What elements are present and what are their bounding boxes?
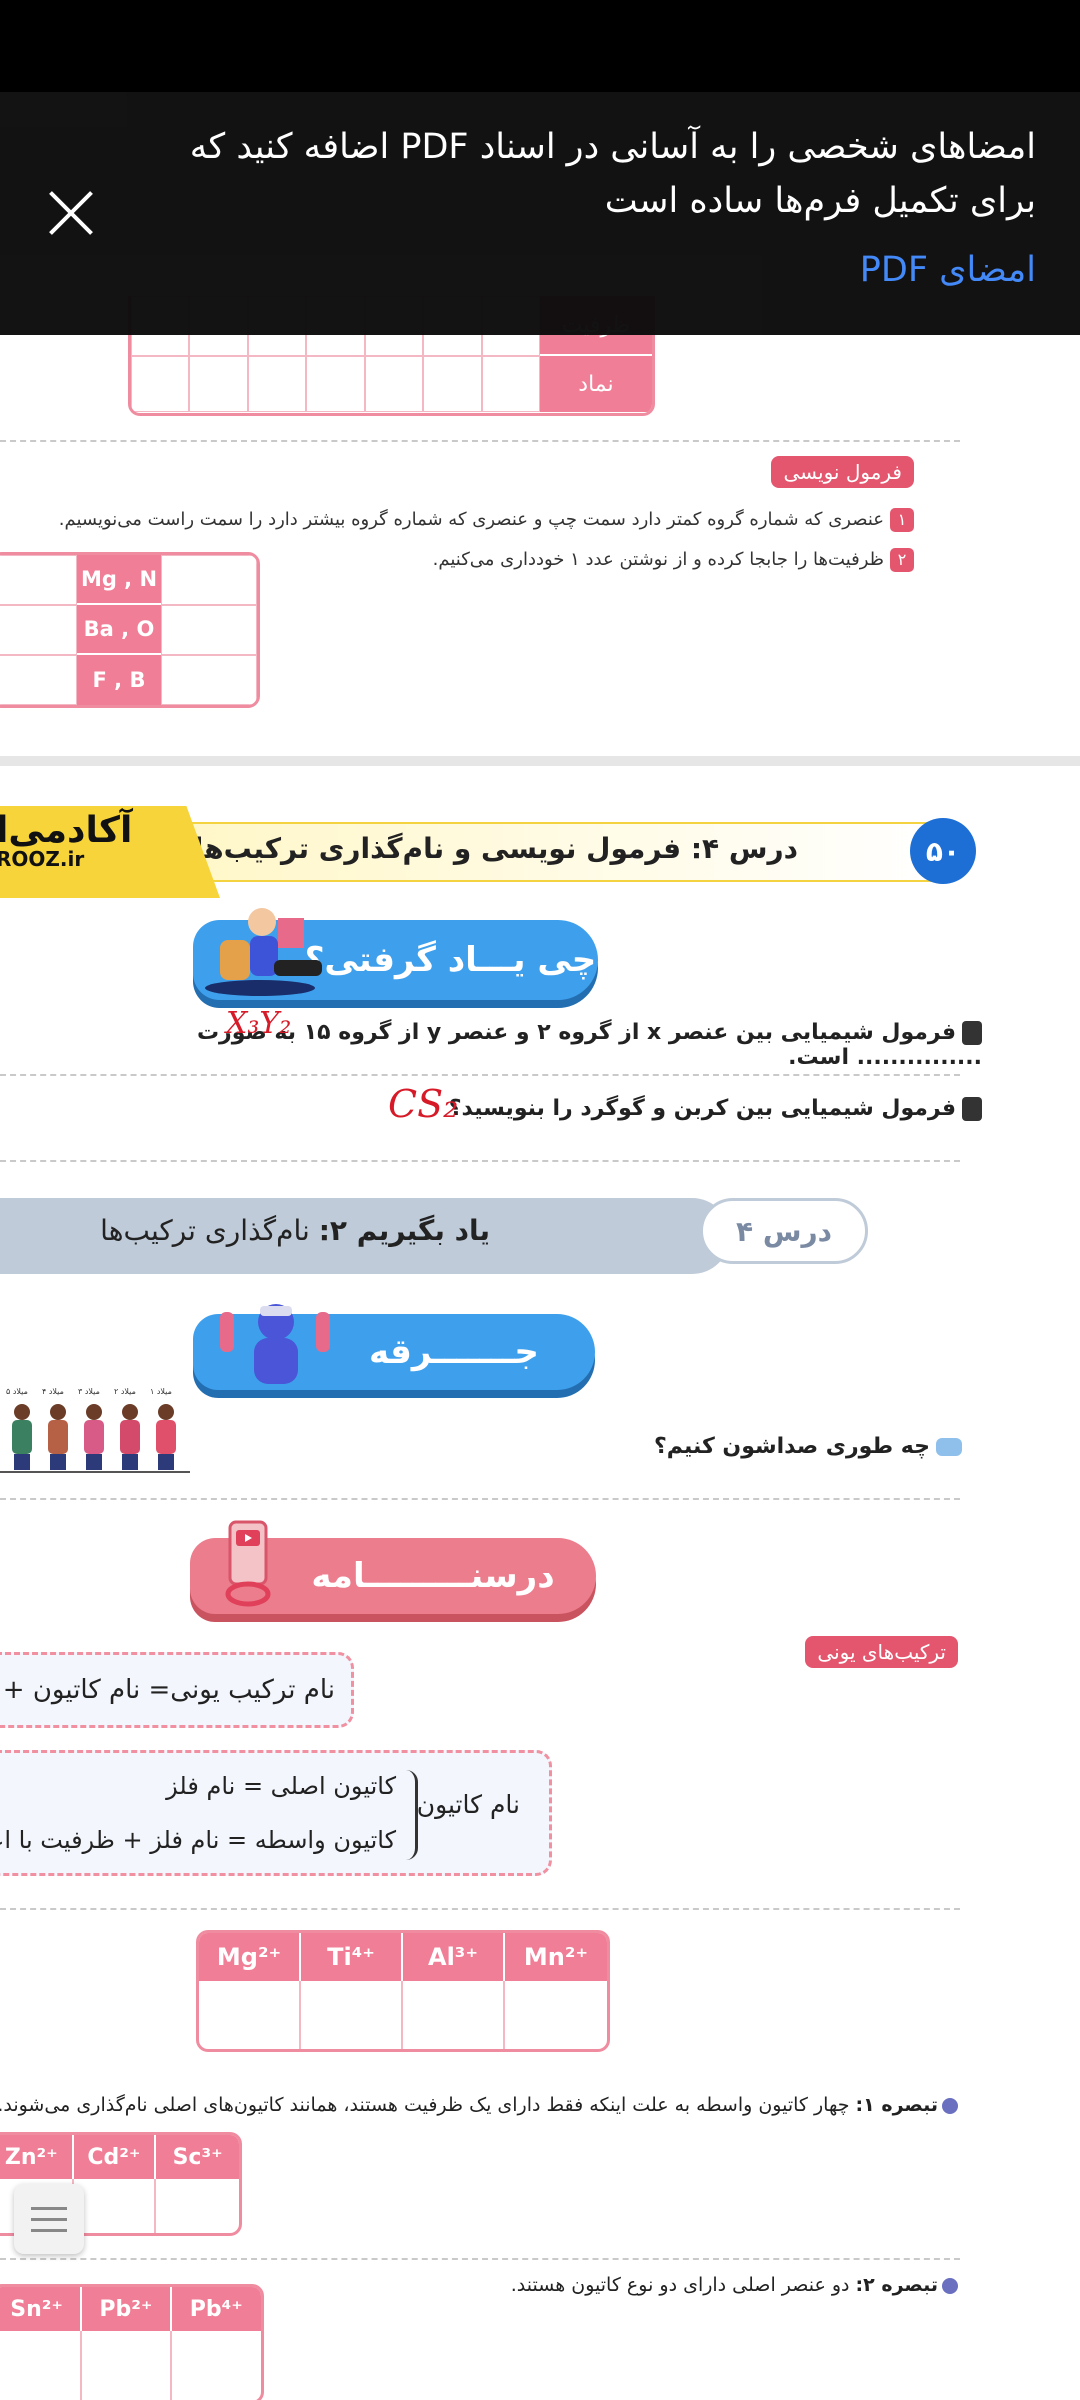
cation-header: Pb²⁺ (82, 2287, 172, 2331)
pair-cell: F , B (77, 655, 161, 705)
pdf-signature-link[interactable]: امضای PDF (860, 250, 1036, 290)
person-label: میلاد ۴ (42, 1387, 64, 1396)
bullet-icon (942, 2277, 958, 2294)
cation-header: Mg²⁺ (199, 1933, 301, 1981)
note-1: تبصره ۱: چهار کاتیون واسطه به علت اینکه … (0, 2094, 958, 2116)
page-number: ۵۰ (925, 834, 961, 868)
page-separator (0, 756, 1080, 766)
cation-table: Mg²⁺ Ti⁴⁺ Al³⁺ Mn²⁺ (196, 1930, 610, 2052)
lesson-tab-label: درس ۴ (736, 1214, 832, 1248)
cation-header: Zn²⁺ (0, 2135, 74, 2179)
divider (0, 440, 960, 442)
brand-logo: آکادمی‌ا ROOZ.ir (0, 810, 192, 871)
person-label: میلاد ۲ (114, 1387, 136, 1396)
lesson-tab-title-bold: یاد بگیریم ۲: (318, 1214, 490, 1247)
divider (0, 1160, 960, 1162)
ionic-compounds-tag: ترکیب‌های یونی (805, 1636, 958, 1668)
element-pairs-table: Mg , N Ba , O F , B (0, 552, 260, 708)
promo-banner[interactable]: امضاهای شخصی را به آسانی در اسناد PDF اض… (0, 92, 1080, 335)
rule-1: ۱ عنصری که شماره گروه کمتر دارد سمت چپ و … (54, 508, 914, 532)
note-2-table: Sn²⁺ Pb²⁺ Pb⁴⁺ (0, 2284, 264, 2400)
character-illustration (220, 1304, 330, 1384)
status-bar (0, 0, 1080, 92)
ionic-formula-box: نام ترکیب یونی= نام کاتیون + نام آ (0, 1652, 354, 1728)
document-viewer: ظرفیت نماد فرمول نویسی ۱عنصری که شماره گ… (0, 0, 1080, 2400)
cation-header: Sn²⁺ (0, 2287, 83, 2331)
divider (0, 1498, 960, 1500)
question-2-text: فرمول شیمیایی بین کربن و گوگرد را بنویسی… (448, 1096, 956, 1121)
handwritten-answer-1: X₃Y₂ (226, 1006, 292, 1041)
pair-cell: Ba , O (77, 605, 161, 655)
spark-question: چه طوری صداشون کنیم؟ (654, 1434, 962, 1459)
person-label: میلاد ۳ (78, 1387, 100, 1396)
lesson-tab-title-text: نام‌گذاری ترکیب‌ها (100, 1214, 310, 1247)
chat-icon (936, 1438, 962, 1456)
cation-label: نام کاتیون (416, 1790, 520, 1819)
cation-header: Mn²⁺ (505, 1933, 607, 1981)
document-icon (962, 1021, 982, 1045)
person-label: میلاد ۵ (6, 1387, 28, 1396)
menu-button[interactable] (14, 2184, 84, 2254)
question-1-text: فرمول شیمیایی بین عنصر x از گروه ۲ و عنص… (196, 1020, 982, 1070)
video-phone-icon (225, 1520, 271, 1607)
cation-header: Ti⁴⁺ (301, 1933, 403, 1981)
lesson-title: درس ۴: فرمول نویسی و نام‌گذاری ترکیب‌ها (193, 832, 798, 865)
lesson-note-label: درسنـــــــــامه (311, 1556, 555, 1596)
rule-2-number: ۲ (890, 548, 914, 572)
brace (404, 1770, 418, 1860)
lesson-tab-pill: درس ۴ (700, 1198, 868, 1264)
cation-header: Pb⁴⁺ (171, 2287, 261, 2331)
lesson-tab-title: یاد بگیریم ۲: نام‌گذاری ترکیب‌ها (100, 1214, 490, 1247)
formula-writing-tag: فرمول نویسی (771, 456, 914, 488)
main-cation-rule: کاتیون اصلی = نام فلز (166, 1772, 396, 1800)
brand-name: آکادمی‌ا (0, 810, 133, 851)
rule-1-number: ۱ (890, 508, 914, 532)
student-illustration (205, 908, 322, 996)
cation-header: Al³⁺ (403, 1933, 505, 1981)
symbol-row-label: نماد (539, 356, 652, 412)
people-illustration: میلاد ۱ میلاد ۲ میلاد ۳ میلاد ۴ میلاد ۵ (0, 1380, 190, 1476)
ionic-formula-text: نام ترکیب یونی= نام کاتیون + نام آ (0, 1675, 335, 1705)
note-1-text: چهار کاتیون واسطه به علت اینکه فقط دارای… (0, 2094, 850, 2116)
what-learned-label: چی یـــاد گرفتی؟ (304, 940, 597, 980)
handwritten-answer-2: CS₂ (388, 1082, 459, 1126)
note-2-text: دو عنصر اصلی دارای دو نوع کاتیون هستند. (510, 2274, 850, 2296)
close-icon[interactable] (46, 188, 96, 238)
rule-1-text: عنصری که شماره گروه کمتر دارد سمت چپ و ع… (58, 509, 884, 530)
document-icon (962, 1097, 982, 1121)
divider (0, 2258, 960, 2260)
page-number-badge: ۵۰ (910, 818, 976, 884)
pair-cell: Mg , N (77, 555, 161, 605)
cation-header: Sc³⁺ (156, 2135, 239, 2179)
transition-cation-rule: کاتیون واسطه = نام فلز + ظرفیت با اعداد … (0, 1826, 396, 1854)
note-1-label: تبصره ۱: (855, 2094, 938, 2116)
divider (0, 1908, 960, 1910)
person-label: میلاد ۱ (150, 1387, 172, 1396)
cation-header: Cd²⁺ (73, 2135, 157, 2179)
spark-question-text: چه طوری صداشون کنیم؟ (654, 1434, 930, 1459)
promo-message: امضاهای شخصی را به آسانی در اسناد PDF اض… (189, 127, 1036, 221)
rule-2: ۲ ظرفیت‌ها را جابجا کرده و از نوشتن عدد ۱… (214, 548, 914, 572)
hamburger-icon (31, 2206, 67, 2210)
bullet-icon (942, 2097, 958, 2114)
note-2-label: تبصره ۲: (855, 2274, 938, 2296)
question-2: فرمول شیمیایی بین کربن و گوگرد را بنویسی… (422, 1096, 982, 1121)
spark-label: جـــــــرقه (369, 1332, 539, 1372)
divider (0, 1074, 960, 1076)
rule-2-text: ظرفیت‌ها را جابجا کرده و از نوشتن عدد ۱ … (432, 549, 884, 570)
note-2: تبصره ۲: دو عنصر اصلی دارای دو نوع کاتیو… (358, 2274, 958, 2296)
